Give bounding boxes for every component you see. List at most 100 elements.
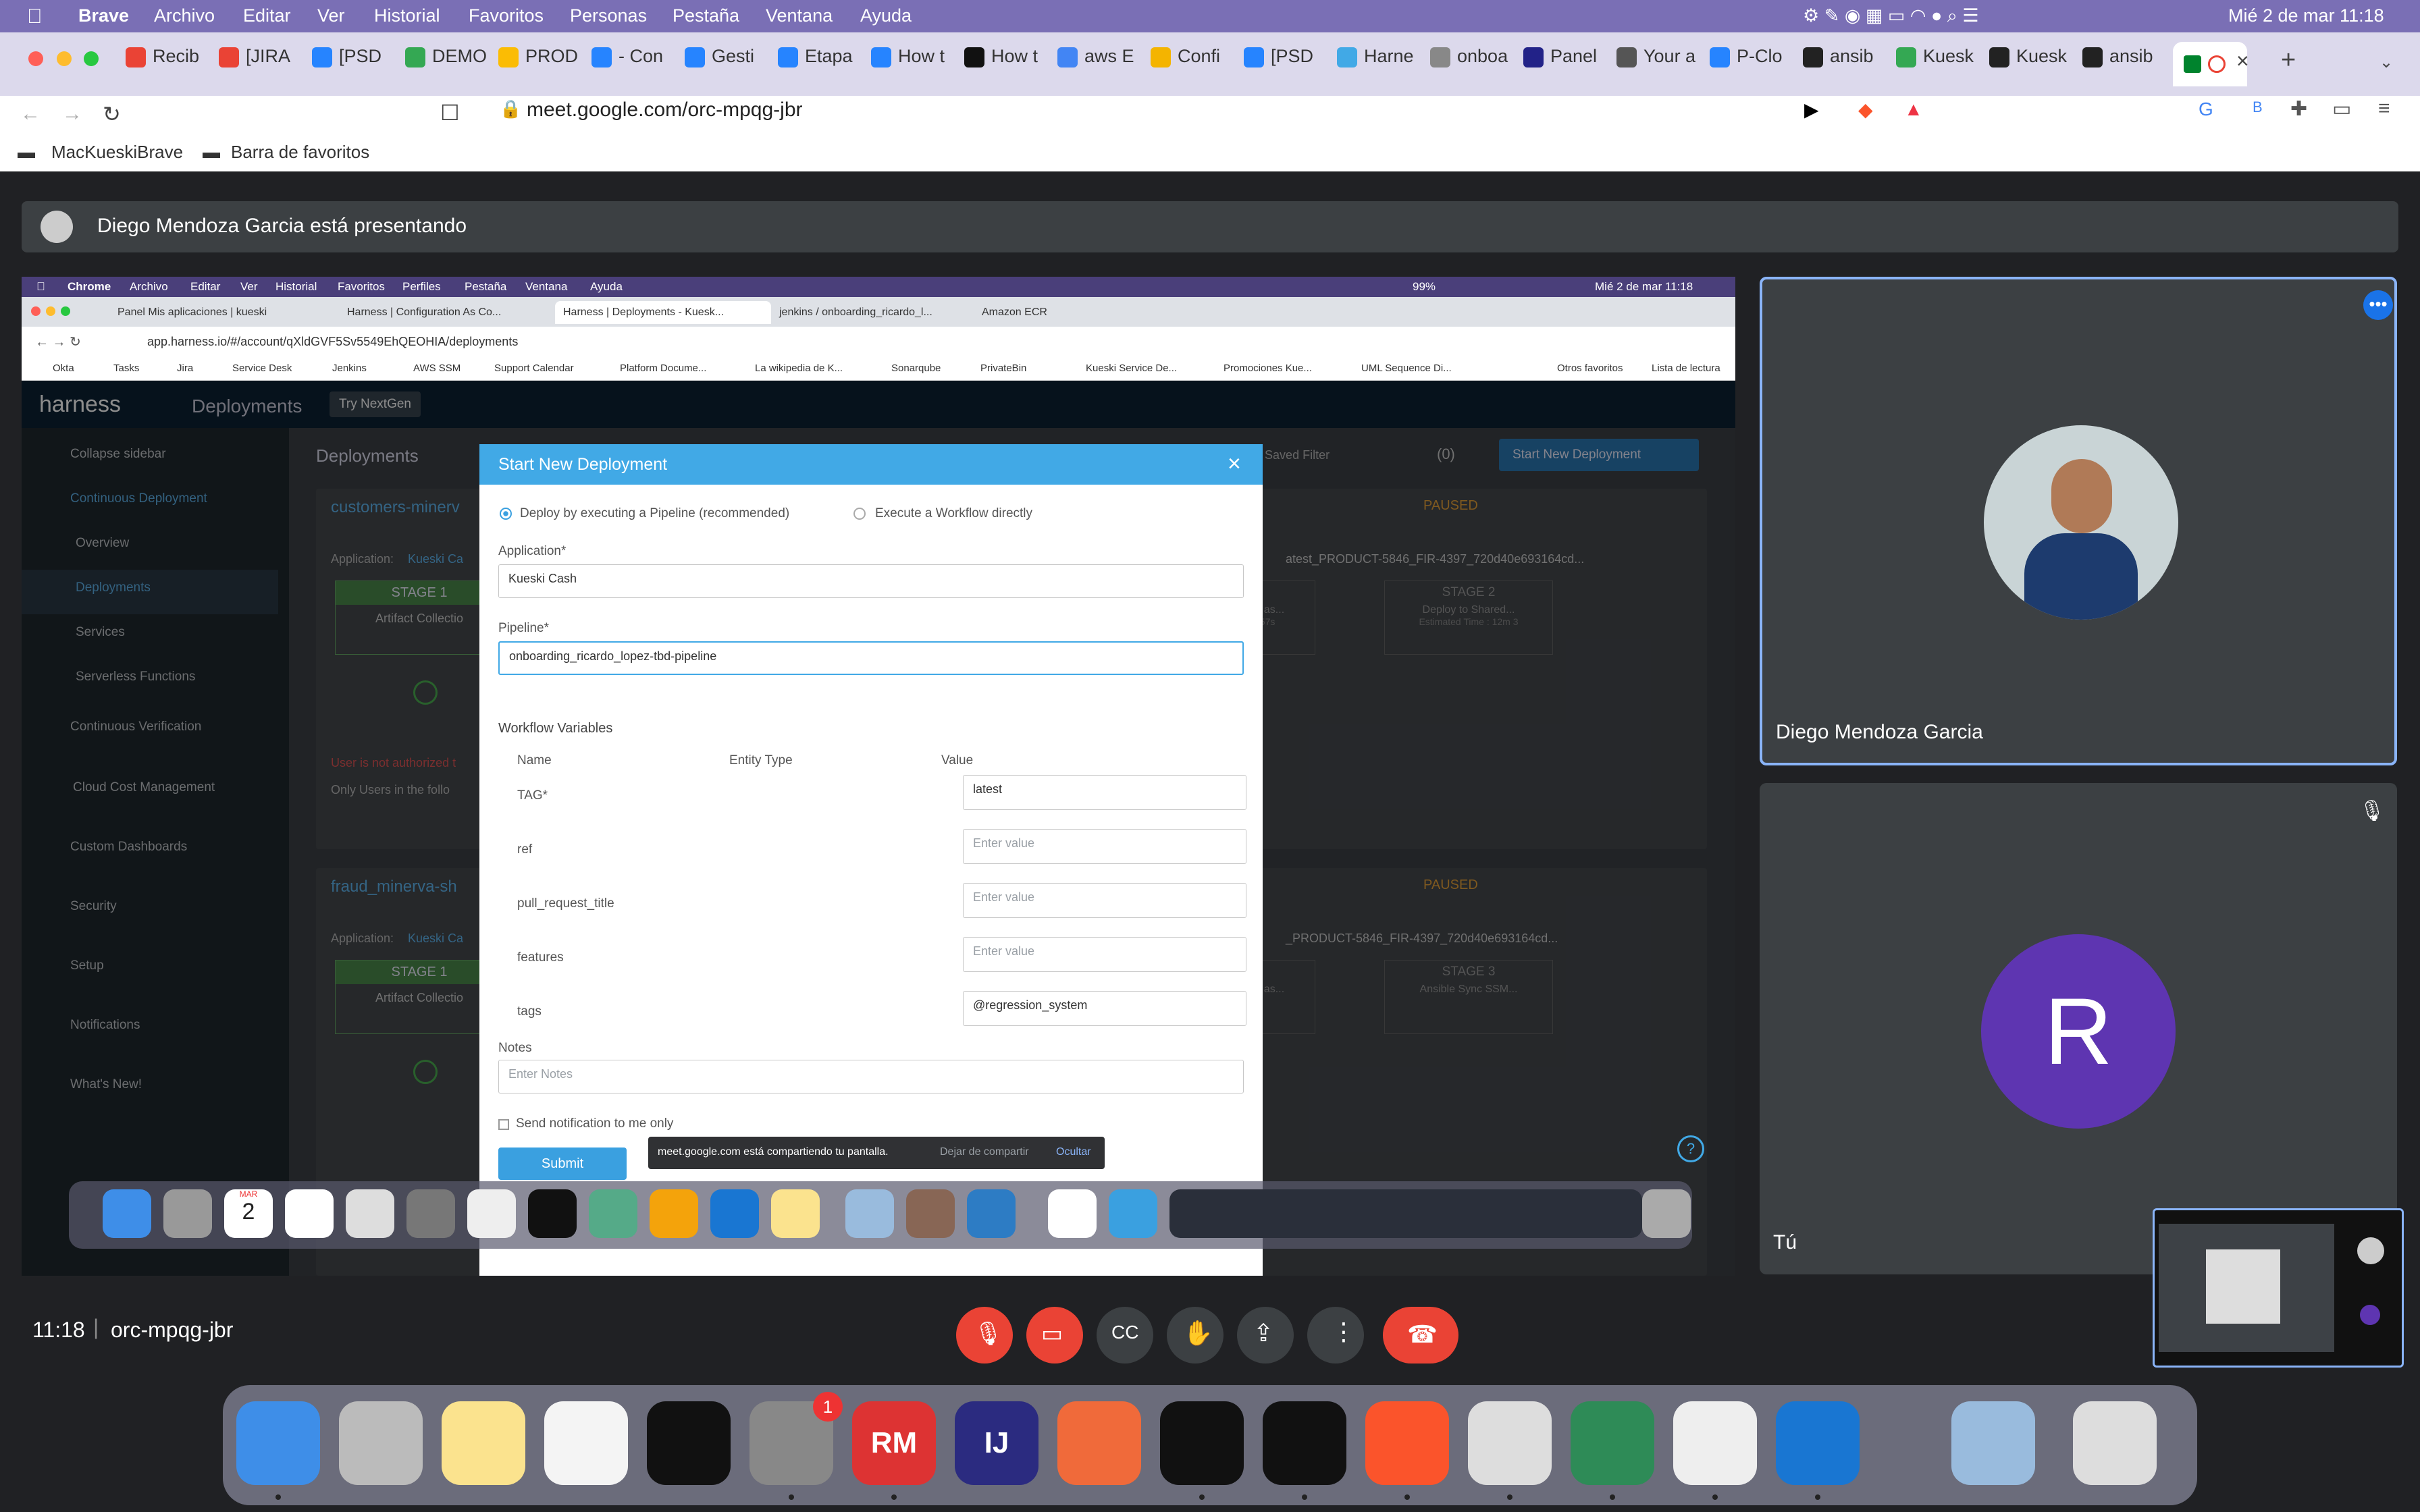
- browser-tab[interactable]: PROD: [498, 46, 586, 84]
- tab-favicon-icon: [126, 47, 146, 68]
- launchpad-icon[interactable]: [339, 1401, 423, 1485]
- browser-tab[interactable]: Confi: [1151, 46, 1238, 84]
- brave-rewards-icon[interactable]: ▲: [1904, 99, 1923, 120]
- present-button[interactable]: ⇪: [1237, 1307, 1294, 1364]
- browser-tab[interactable]: Harne: [1337, 46, 1425, 84]
- browser-tab[interactable]: - Con: [591, 46, 679, 84]
- bookmark-mackueskibrave[interactable]: MacKueskiBrave: [51, 142, 183, 163]
- preview-icon[interactable]: [1951, 1401, 2035, 1485]
- zoom-window-icon[interactable]: [84, 51, 99, 66]
- menu-app-name[interactable]: Brave: [78, 5, 129, 26]
- browser-tab[interactable]: [PSD: [1244, 46, 1332, 84]
- shared-zoom-dot: [61, 306, 70, 316]
- menu-editar[interactable]: Editar: [243, 5, 291, 26]
- camera-toggle-button[interactable]: ▭: [1026, 1307, 1083, 1364]
- shared-bookmark: Kueski Service De...: [1086, 362, 1178, 374]
- tab-search-icon[interactable]: ⌄: [2379, 53, 2393, 72]
- shared-nav-icons: ← → ↻: [35, 335, 81, 350]
- browser-tab[interactable]: Kuesk: [1896, 46, 1984, 84]
- extensions-icon[interactable]: ✚: [2290, 97, 2307, 121]
- notification-badge: 1: [813, 1392, 843, 1422]
- xmind-icon[interactable]: [1571, 1401, 1654, 1485]
- intellij-icon[interactable]: IJ: [955, 1401, 1038, 1485]
- menu-ventana[interactable]: Ventana: [766, 5, 833, 26]
- tab-favicon-icon: [685, 47, 705, 68]
- shared-tab-strip: Panel Mis aplicaciones | kueski Harness …: [22, 297, 1735, 327]
- tab-favicon-icon: [2082, 47, 2103, 68]
- back-icon[interactable]: ←: [20, 103, 41, 126]
- browser-tab[interactable]: Etapa: [778, 46, 866, 84]
- captions-button[interactable]: CC: [1097, 1307, 1153, 1364]
- minimize-window-icon[interactable]: [57, 51, 72, 66]
- shared-menu-item: Ayuda: [590, 280, 623, 293]
- menubar-clock[interactable]: Mié 2 de mar 11:18: [2228, 5, 2384, 26]
- browser-tab[interactable]: Gesti: [685, 46, 772, 84]
- browser-tab-strip: Recib [JIRA [PSD DEMO PROD - Con Gesti Etapa How…: [0, 32, 2420, 96]
- shared-apple-icon: : [36, 280, 45, 294]
- postman-icon[interactable]: [1057, 1401, 1141, 1485]
- activity-monitor-icon[interactable]: [647, 1401, 731, 1485]
- menu-historial[interactable]: Historial: [374, 5, 440, 26]
- iterm-icon[interactable]: [1263, 1401, 1346, 1485]
- browser-tab[interactable]: aws E: [1057, 46, 1145, 84]
- reminders-icon[interactable]: [544, 1401, 628, 1485]
- close-tab-icon[interactable]: ×: [2236, 49, 2249, 74]
- browser-tab[interactable]: onboa: [1430, 46, 1518, 84]
- camera-icon[interactable]: ▶: [1804, 99, 1819, 121]
- browser-tab[interactable]: Recib: [126, 46, 213, 84]
- notes-icon[interactable]: [442, 1401, 525, 1485]
- terminal-icon[interactable]: [1160, 1401, 1244, 1485]
- shared-menu-item: Ver: [240, 280, 258, 293]
- browser-tab[interactable]: DEMO: [405, 46, 493, 84]
- menu-favoritos[interactable]: Favoritos: [469, 5, 544, 26]
- browser-tab[interactable]: Kuesk: [1989, 46, 2077, 84]
- bookmark-icon[interactable]: ☐: [440, 100, 460, 126]
- mic-toggle-button[interactable]: 🎙: [956, 1307, 1013, 1364]
- address-bar[interactable]: 🔒 meet.google.com/orc-mpqg-jbr: [483, 96, 1942, 123]
- browser-tab[interactable]: How t: [871, 46, 959, 84]
- shared-menu-app: Chrome: [68, 280, 111, 293]
- browser-tab[interactable]: Panel: [1523, 46, 1611, 84]
- extension-b-icon[interactable]: B: [2253, 99, 2263, 116]
- reload-icon[interactable]: ↻: [103, 101, 121, 127]
- finder-icon[interactable]: [236, 1401, 320, 1485]
- participant-tile-diego[interactable]: Diego Mendoza Garcia •••: [1760, 277, 2397, 765]
- chrome-icon[interactable]: [1468, 1401, 1552, 1485]
- new-tab-icon[interactable]: +: [2281, 46, 2296, 75]
- rubymine-icon[interactable]: RM: [852, 1401, 936, 1485]
- brave-shield-icon[interactable]: ◆: [1858, 99, 1873, 121]
- slack-icon[interactable]: [1673, 1401, 1757, 1485]
- participant-tile-you[interactable]: R Tú 🎙: [1760, 783, 2397, 1274]
- forward-icon[interactable]: →: [62, 103, 82, 126]
- vscode-icon[interactable]: [1776, 1401, 1860, 1485]
- menu-archivo[interactable]: Archivo: [154, 5, 215, 26]
- apple-menu-icon[interactable]: : [27, 5, 43, 28]
- browser-tab[interactable]: P-Clo: [1710, 46, 1797, 84]
- leave-call-button[interactable]: ☎: [1383, 1307, 1458, 1364]
- menu-personas[interactable]: Personas: [570, 5, 647, 26]
- more-options-button[interactable]: ⋮: [1307, 1307, 1364, 1364]
- menu-pestana[interactable]: Pestaña: [673, 5, 739, 26]
- close-window-icon[interactable]: [28, 51, 43, 66]
- menu-ayuda[interactable]: Ayuda: [860, 5, 912, 26]
- trash-icon[interactable]: [2073, 1401, 2157, 1485]
- browser-tab[interactable]: ansib: [1803, 46, 1891, 84]
- more-options-icon[interactable]: •••: [2363, 290, 2393, 320]
- brave-icon[interactable]: [1365, 1401, 1449, 1485]
- browser-tab[interactable]: [PSD: [312, 46, 400, 84]
- browser-tab[interactable]: How t: [964, 46, 1052, 84]
- menu-ver[interactable]: Ver: [317, 5, 345, 26]
- translate-icon[interactable]: G: [2199, 99, 2213, 120]
- url-text[interactable]: meet.google.com/orc-mpqg-jbr: [527, 99, 803, 122]
- mic-off-icon: 🎙: [974, 1321, 1003, 1347]
- wallet-icon[interactable]: ▭: [2332, 97, 2351, 121]
- shared-menu-item: Historial: [275, 280, 317, 293]
- raise-hand-button[interactable]: ✋: [1167, 1307, 1224, 1364]
- menu-icon[interactable]: ≡: [2378, 97, 2390, 120]
- browser-tab[interactable]: ansib: [2082, 46, 2170, 84]
- bookmark-barra-favoritos[interactable]: Barra de favoritos: [231, 142, 369, 163]
- browser-tab[interactable]: [JIRA: [219, 46, 307, 84]
- status-icons[interactable]: ⚙ ✎ ◉ ▦ ▭ ◠ ● ⌕ ☰: [1803, 5, 1979, 27]
- browser-tab[interactable]: Your a: [1616, 46, 1704, 84]
- shared-tab: jenkins / onboarding_ricardo_l...: [779, 306, 932, 318]
